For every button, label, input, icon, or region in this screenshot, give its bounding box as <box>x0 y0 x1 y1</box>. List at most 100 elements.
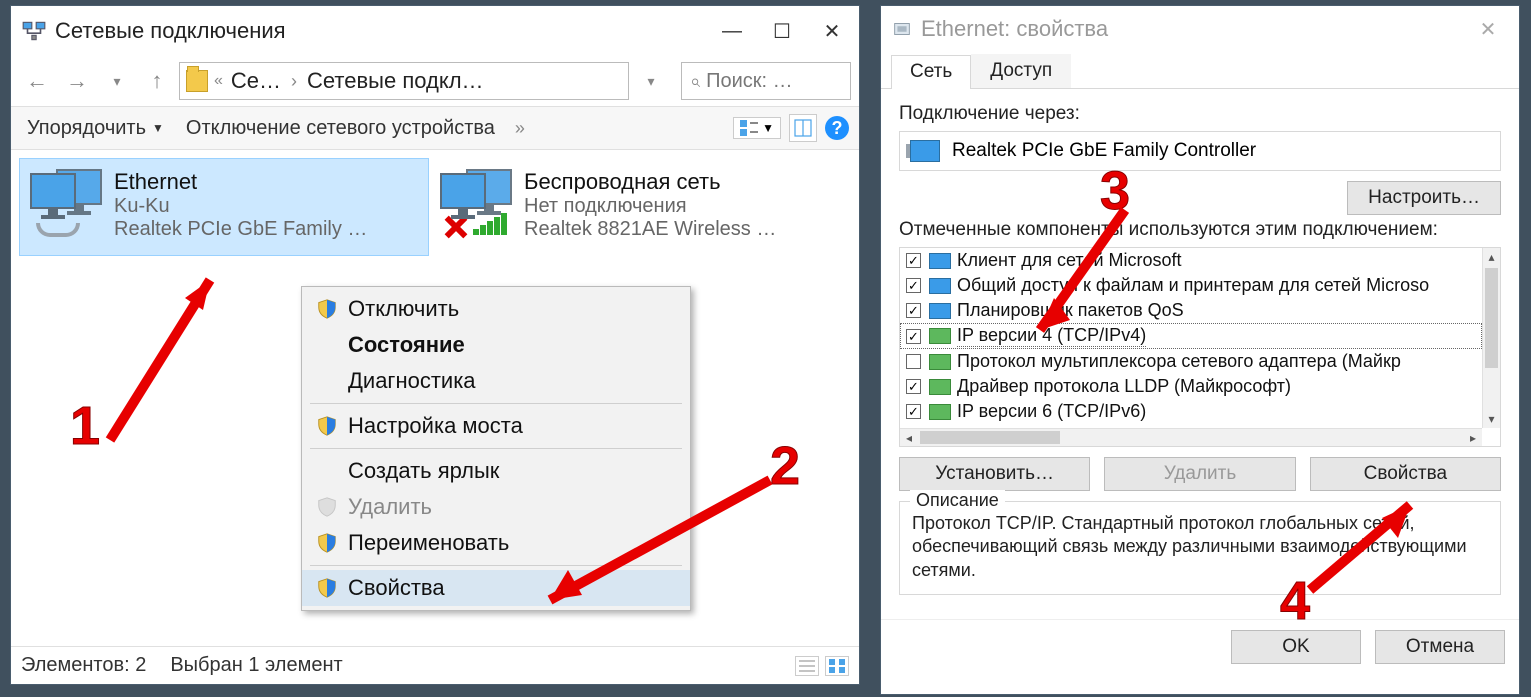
nav-up-button[interactable]: ↑ <box>139 63 175 99</box>
connect-through-label: Подключение через: <box>899 103 1501 125</box>
component-item[interactable]: Общий доступ к файлам и принтерам для се… <box>900 273 1482 298</box>
component-item[interactable]: Протокол мультиплексора сетевого адаптер… <box>900 349 1482 374</box>
tab-network[interactable]: Сеть <box>891 55 971 89</box>
window-title: Сетевые подключения <box>55 18 705 44</box>
scroll-left-button[interactable]: ◂ <box>900 429 918 446</box>
ctx-rename[interactable]: Переименовать <box>302 525 690 561</box>
checkbox[interactable] <box>906 253 921 268</box>
ctx-delete: Удалить <box>302 489 690 525</box>
organize-button[interactable]: Упорядочить▼ <box>21 115 170 142</box>
connection-network: Ku-Ku <box>114 195 418 218</box>
vertical-scrollbar[interactable]: ▴ ▾ <box>1482 248 1500 428</box>
ctx-status[interactable]: Состояние <box>302 327 690 363</box>
search-icon: ⌕ <box>690 71 700 92</box>
nav-back-button[interactable]: ← <box>19 63 55 99</box>
close-button[interactable]: ✕ <box>809 12 855 50</box>
component-label: IP версии 6 (TCP/IPv6) <box>957 401 1146 422</box>
breadcrumb-seg1[interactable]: Се… <box>231 68 281 94</box>
connection-ethernet[interactable]: Ethernet Ku-Ku Realtek PCIe GbE Family … <box>19 158 429 256</box>
component-label: Общий доступ к файлам и принтерам для се… <box>957 275 1429 296</box>
connection-status: Нет подключения <box>524 195 828 218</box>
nav-bar: ← → ▾ ↑ « Се… › Сетевые подкл… ▾ ⌕ Поиск… <box>11 56 859 106</box>
ok-button[interactable]: OK <box>1231 630 1361 664</box>
component-label: Клиент для сетей Microsoft <box>957 250 1182 271</box>
scroll-up-button[interactable]: ▴ <box>1483 248 1500 266</box>
component-item[interactable]: Драйвер протокола LLDP (Майкрософт) <box>900 374 1482 399</box>
remove-button: Удалить <box>1104 457 1295 491</box>
tab-bar: Сеть Доступ <box>881 54 1519 89</box>
toolbar: Упорядочить▼ Отключение сетевого устройс… <box>11 106 859 150</box>
component-item[interactable]: Клиент для сетей Microsoft <box>900 248 1482 273</box>
tab-access[interactable]: Доступ <box>971 54 1071 88</box>
status-selected-count: Выбран 1 элемент <box>170 654 342 677</box>
cancel-button[interactable]: Отмена <box>1375 630 1505 664</box>
tiles-view-button[interactable] <box>825 656 849 676</box>
minimize-button[interactable]: — <box>709 12 755 50</box>
maximize-button[interactable]: ☐ <box>759 12 805 50</box>
scroll-down-button[interactable]: ▾ <box>1483 410 1500 428</box>
ctx-shortcut[interactable]: Создать ярлык <box>302 453 690 489</box>
nav-forward-button[interactable]: → <box>59 63 95 99</box>
checkbox[interactable] <box>906 303 921 318</box>
help-button[interactable]: ? <box>825 116 849 140</box>
network-icon <box>21 18 47 44</box>
nic-icon <box>891 18 913 40</box>
ctx-disable[interactable]: Отключить <box>302 291 690 327</box>
install-button[interactable]: Установить… <box>899 457 1090 491</box>
component-label: Протокол мультиплексора сетевого адаптер… <box>957 351 1401 372</box>
ctx-bridge[interactable]: Настройка моста <box>302 408 690 444</box>
description-text: Протокол TCP/IP. Стандартный протокол гл… <box>912 512 1488 582</box>
checkbox[interactable] <box>906 354 921 369</box>
status-element-count: Элементов: 2 <box>21 654 146 677</box>
protocol-icon <box>929 379 951 395</box>
wireless-icon <box>440 169 516 245</box>
preview-pane-button[interactable] <box>789 114 817 142</box>
nav-history-button[interactable]: ▾ <box>99 63 135 99</box>
scroll-thumb[interactable] <box>1485 268 1498 368</box>
protocol-icon <box>929 354 951 370</box>
ctx-separator <box>310 403 682 404</box>
component-label: Драйвер протокола LLDP (Майкрософт) <box>957 376 1291 397</box>
checkbox[interactable] <box>906 329 921 344</box>
horizontal-scrollbar[interactable]: ◂ ▸ <box>900 428 1482 446</box>
shield-icon <box>316 496 338 518</box>
component-item[interactable]: IP версии 6 (TCP/IPv6) <box>900 399 1482 424</box>
adapter-field: Realtek PCIe GbE Family Controller <box>899 131 1501 171</box>
folder-icon <box>186 70 208 92</box>
connection-wireless[interactable]: Беспроводная сеть Нет подключения Realte… <box>429 158 839 256</box>
adapter-icon <box>910 140 940 162</box>
component-item[interactable]: IP версии 4 (TCP/IPv4) <box>900 323 1482 349</box>
ctx-properties[interactable]: Свойства <box>302 570 690 606</box>
breadcrumb-seg2[interactable]: Сетевые подкл… <box>307 68 484 94</box>
properties-button[interactable]: Свойства <box>1310 457 1501 491</box>
protocol-icon <box>929 278 951 294</box>
shield-icon <box>316 298 338 320</box>
protocol-icon <box>929 303 951 319</box>
disable-device-button[interactable]: Отключение сетевого устройства <box>180 115 501 142</box>
window-title: Ethernet: свойства <box>921 16 1461 42</box>
search-box[interactable]: ⌕ Поиск: … <box>681 62 851 100</box>
ethernet-icon <box>30 169 106 245</box>
context-menu: Отключить Состояние Диагностика Настройк… <box>301 286 691 611</box>
scroll-thumb[interactable] <box>920 431 1060 444</box>
close-button[interactable]: ✕ <box>1465 10 1511 48</box>
checkbox[interactable] <box>906 404 921 419</box>
checkbox[interactable] <box>906 379 921 394</box>
configure-button[interactable]: Настроить… <box>1347 181 1501 215</box>
checkbox[interactable] <box>906 278 921 293</box>
shield-icon <box>316 577 338 599</box>
network-connections-window: Сетевые подключения — ☐ ✕ ← → ▾ ↑ « Се… … <box>10 5 860 685</box>
component-item[interactable]: Планировщик пакетов QoS <box>900 298 1482 323</box>
details-view-button[interactable] <box>795 656 819 676</box>
scroll-right-button[interactable]: ▸ <box>1464 429 1482 446</box>
protocol-icon <box>929 328 951 344</box>
view-mode-button[interactable]: ▼ <box>733 117 781 139</box>
adapter-name: Realtek PCIe GbE Family Controller <box>952 140 1256 162</box>
ctx-diagnostics[interactable]: Диагностика <box>302 363 690 399</box>
toolbar-more-icon[interactable]: » <box>515 118 525 139</box>
search-placeholder: Поиск: … <box>706 70 793 93</box>
ctx-separator <box>310 565 682 566</box>
address-dropdown-button[interactable]: ▾ <box>633 63 669 99</box>
component-label: IP версии 4 (TCP/IPv4) <box>957 325 1146 347</box>
address-bar[interactable]: « Се… › Сетевые подкл… <box>179 62 629 100</box>
